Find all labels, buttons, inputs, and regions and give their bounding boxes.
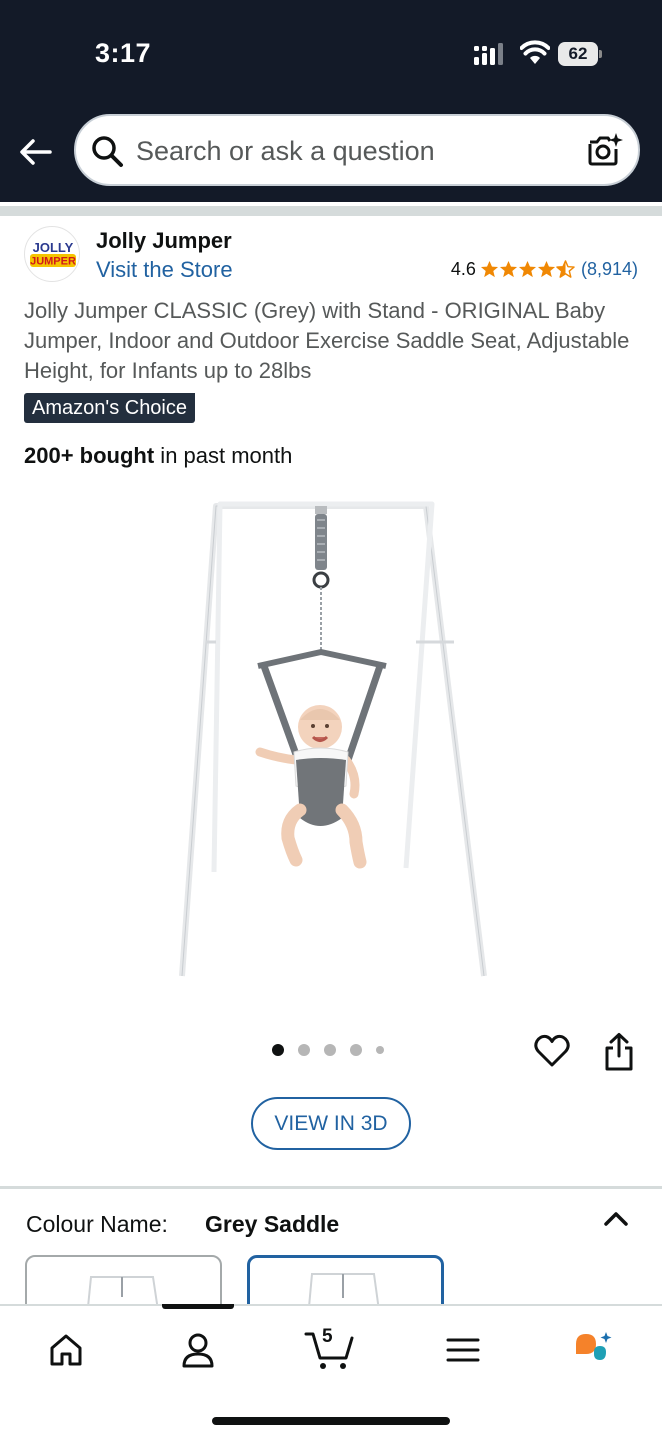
jolly-jumper-logo-icon: JOLLY JUMPER <box>30 240 76 268</box>
bought-in-past-month: 200+ bought in past month <box>24 443 292 469</box>
product-title: Jolly Jumper CLASSIC (Grey) with Stand -… <box>24 298 630 383</box>
bought-count: 200+ bought <box>24 443 155 468</box>
home-icon[interactable] <box>44 1328 88 1372</box>
carousel-dot-3[interactable] <box>324 1044 336 1056</box>
menu-icon[interactable] <box>441 1328 485 1372</box>
section-divider <box>0 1186 662 1189</box>
brand-logo[interactable]: JOLLY JUMPER <box>24 226 80 282</box>
star-rating <box>480 260 575 279</box>
cart-button[interactable]: 5 <box>304 1322 356 1372</box>
colour-name-label: Colour Name: <box>26 1211 168 1237</box>
image-carousel-dots[interactable] <box>272 1044 398 1056</box>
carousel-dot-2[interactable] <box>298 1044 310 1056</box>
rating-value: 4.6 <box>450 259 476 279</box>
chevron-up-icon[interactable] <box>601 1206 631 1232</box>
cart-count: 5 <box>322 1326 333 1347</box>
colour-name-value: Grey Saddle <box>205 1211 340 1237</box>
visit-store-link[interactable]: Visit the Store <box>96 257 233 283</box>
home-indicator <box>212 1417 450 1425</box>
rating-count[interactable]: (8,914) <box>581 259 638 280</box>
bottom-navigation: 5 <box>0 1304 662 1440</box>
product-image[interactable] <box>170 490 500 990</box>
logo-text-top: JOLLY <box>33 240 74 255</box>
carousel-dot-1[interactable] <box>272 1044 284 1056</box>
back-arrow-icon[interactable] <box>16 132 56 172</box>
bought-suffix: in past month <box>154 443 293 468</box>
camera-search-icon[interactable] <box>584 130 624 170</box>
star-half-icon <box>556 260 575 278</box>
star-full-icon <box>480 260 499 278</box>
wishlist-heart-icon[interactable] <box>533 1033 571 1069</box>
view-in-3d-button[interactable]: VIEW IN 3D <box>251 1097 411 1150</box>
star-full-icon <box>499 260 518 278</box>
battery-icon: 62 <box>558 42 602 66</box>
share-icon[interactable] <box>602 1032 636 1072</box>
brand-name: Jolly Jumper <box>96 228 232 253</box>
star-full-icon <box>537 260 556 278</box>
carousel-dot-5[interactable] <box>376 1046 384 1054</box>
carousel-dot-4[interactable] <box>350 1044 362 1056</box>
battery-cap <box>599 50 602 58</box>
rufus-ai-icon[interactable] <box>572 1328 616 1372</box>
status-bar: 3:17 62 <box>0 0 662 100</box>
search-bar[interactable] <box>74 114 640 186</box>
search-input[interactable] <box>136 133 576 169</box>
wifi-icon <box>520 40 550 64</box>
search-icon <box>92 136 123 167</box>
nav-active-indicator <box>162 1304 234 1309</box>
status-time: 3:17 <box>95 38 152 68</box>
header-divider <box>0 206 662 216</box>
logo-text-bottom: JUMPER <box>30 256 76 268</box>
rating-summary[interactable]: 4.6 (8,914) <box>451 259 638 280</box>
search-header <box>0 100 662 202</box>
amazons-choice-badge[interactable]: Amazon's Choice <box>24 393 195 423</box>
account-icon[interactable] <box>176 1328 220 1372</box>
star-full-icon <box>518 260 537 278</box>
battery-level: 62 <box>558 42 598 66</box>
cellular-signal-icon <box>474 43 503 65</box>
